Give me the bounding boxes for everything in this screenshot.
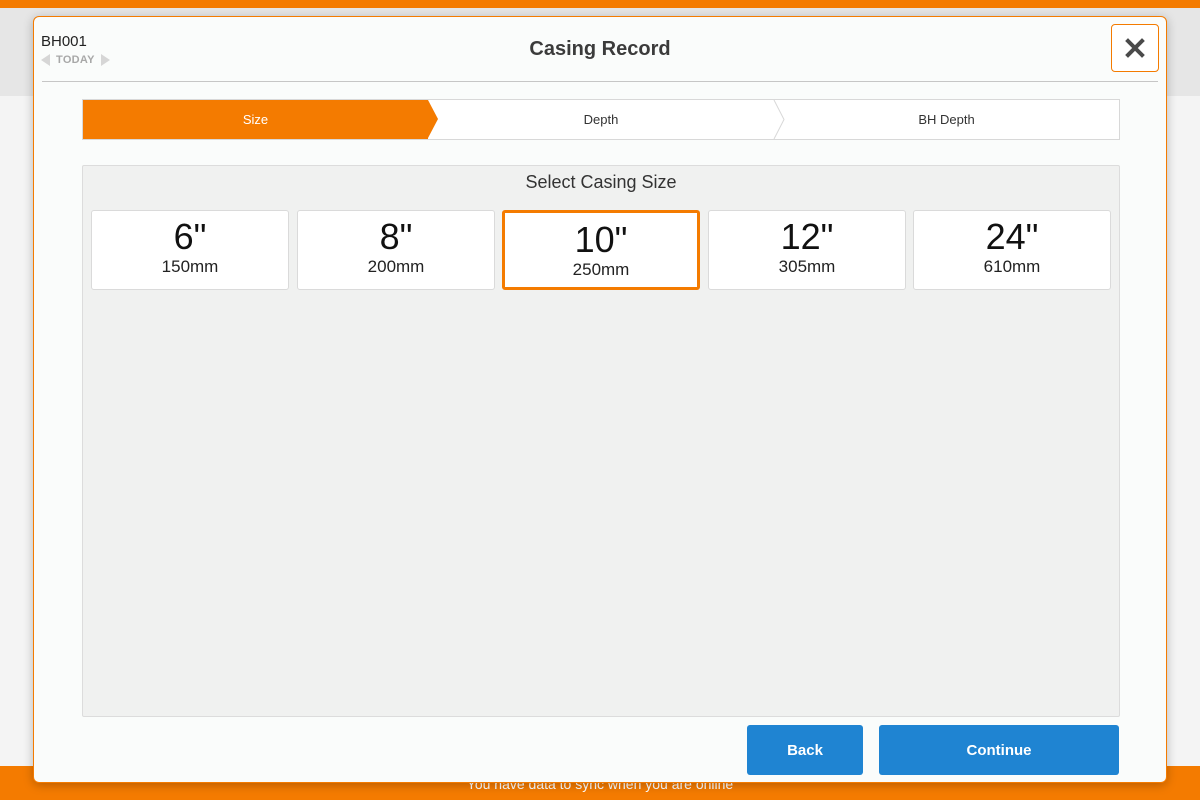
step-depth[interactable]: Depth <box>428 100 774 139</box>
back-button[interactable]: Back <box>747 725 863 775</box>
size-option-10in[interactable]: 10" 250mm <box>502 210 700 290</box>
size-inches: 6" <box>173 216 207 257</box>
step-bh-depth[interactable]: BH Depth <box>774 100 1119 139</box>
step-label: Size <box>242 112 269 127</box>
size-option-6in[interactable]: 6" 150mm <box>91 210 289 290</box>
size-millimetres: 150mm <box>161 257 219 276</box>
size-millimetres: 200mm <box>367 257 425 276</box>
step-label: BH Depth <box>918 112 975 127</box>
size-option-8in[interactable]: 8" 200mm <box>297 210 495 290</box>
size-inches: 24" <box>985 216 1039 257</box>
size-inches: 12" <box>780 216 834 257</box>
size-inches: 8" <box>379 216 413 257</box>
size-option-24in[interactable]: 24" 610mm <box>913 210 1111 290</box>
continue-button[interactable]: Continue <box>879 725 1119 775</box>
header-divider <box>42 81 1158 82</box>
dialog-title: Casing Record <box>529 38 671 60</box>
size-millimetres: 305mm <box>778 257 836 276</box>
wizard-stepper: Size Depth BH Depth <box>82 99 1120 140</box>
step-label: Depth <box>583 112 619 127</box>
casing-record-dialog: BH001 TODAY Casing Record Size Depth BH … <box>33 16 1167 783</box>
continue-button-label: Continue <box>966 741 1032 759</box>
casing-size-panel: Select Casing Size 6" 150mm 8" 200mm 10"… <box>82 165 1120 717</box>
app-top-bar <box>0 0 1200 8</box>
panel-title: Select Casing Size <box>525 172 677 192</box>
size-option-12in[interactable]: 12" 305mm <box>708 210 906 290</box>
size-inches: 10" <box>574 219 628 260</box>
step-size[interactable]: Size <box>83 100 428 139</box>
size-millimetres: 250mm <box>572 260 630 279</box>
back-button-label: Back <box>787 741 823 759</box>
size-millimetres: 610mm <box>983 257 1041 276</box>
close-icon <box>1125 38 1145 58</box>
close-button[interactable] <box>1111 24 1159 72</box>
